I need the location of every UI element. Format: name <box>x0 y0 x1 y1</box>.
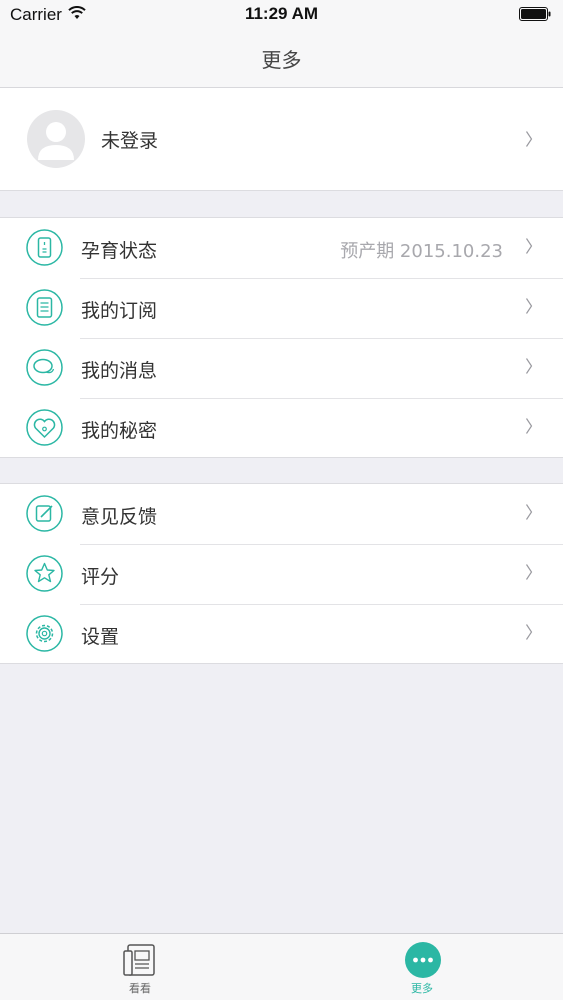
list-item-feedback[interactable]: 意见反馈 <box>0 484 563 544</box>
news-icon <box>123 944 155 976</box>
more-screen: Carrier 11:29 AM 更多 未登录 孕育状态 预产期 2015.10… <box>0 0 563 1000</box>
tab-label: 看看 <box>129 982 151 995</box>
status-time: 11:29 AM <box>244 4 319 23</box>
chevron-right-icon <box>526 298 533 314</box>
list-item-settings[interactable]: 设置 <box>0 604 563 664</box>
list-item-messages[interactable]: 我的消息 <box>0 338 563 398</box>
profile-row[interactable]: 未登录 <box>0 88 563 191</box>
navigation-bar: 更多 <box>0 30 563 88</box>
chevron-right-icon <box>526 504 533 520</box>
chevron-right-icon <box>526 358 533 374</box>
row-label: 意见反馈 <box>81 506 158 528</box>
account-group: 孕育状态 预产期 2015.10.23 我的订阅 我的消息 我的秘密 <box>0 217 563 458</box>
login-status-label: 未登录 <box>101 130 159 152</box>
chevron-right-icon <box>526 624 533 640</box>
row-label: 我的秘密 <box>81 420 158 442</box>
row-label: 孕育状态 <box>81 240 158 262</box>
tab-bar: 看看 更多 <box>0 933 563 1000</box>
gear-icon <box>26 615 63 652</box>
pregnancy-status-icon <box>26 229 63 266</box>
tab-more[interactable]: 更多 <box>372 934 472 1000</box>
row-label: 设置 <box>81 626 120 648</box>
chevron-right-icon <box>526 131 533 147</box>
status-bar: Carrier 11:29 AM <box>0 0 563 30</box>
chevron-right-icon <box>526 238 533 254</box>
list-item-secrets[interactable]: 我的秘密 <box>0 398 563 458</box>
feedback-icon <box>26 495 63 532</box>
page-title: 更多 <box>261 48 302 72</box>
due-date-value: 预产期 2015.10.23 <box>340 241 503 262</box>
battery-icon <box>519 7 551 21</box>
list-item-pregnancy-status[interactable]: 孕育状态 预产期 2015.10.23 <box>0 218 563 278</box>
app-group: 意见反馈 评分 设置 <box>0 483 563 664</box>
list-item-subscriptions[interactable]: 我的订阅 <box>0 278 563 338</box>
more-icon <box>405 942 441 978</box>
secret-heart-icon <box>26 409 63 446</box>
row-label: 评分 <box>81 566 120 588</box>
row-label: 我的消息 <box>81 360 158 382</box>
chevron-right-icon <box>526 418 533 434</box>
list-item-rate[interactable]: 评分 <box>0 544 563 604</box>
row-label: 我的订阅 <box>81 300 158 322</box>
message-icon <box>26 349 63 386</box>
subscription-icon <box>26 289 63 326</box>
chevron-right-icon <box>526 564 533 580</box>
tab-look[interactable]: 看看 <box>90 934 190 1000</box>
avatar-placeholder-icon <box>27 110 85 168</box>
star-icon <box>26 555 63 592</box>
tab-label: 更多 <box>411 982 433 995</box>
